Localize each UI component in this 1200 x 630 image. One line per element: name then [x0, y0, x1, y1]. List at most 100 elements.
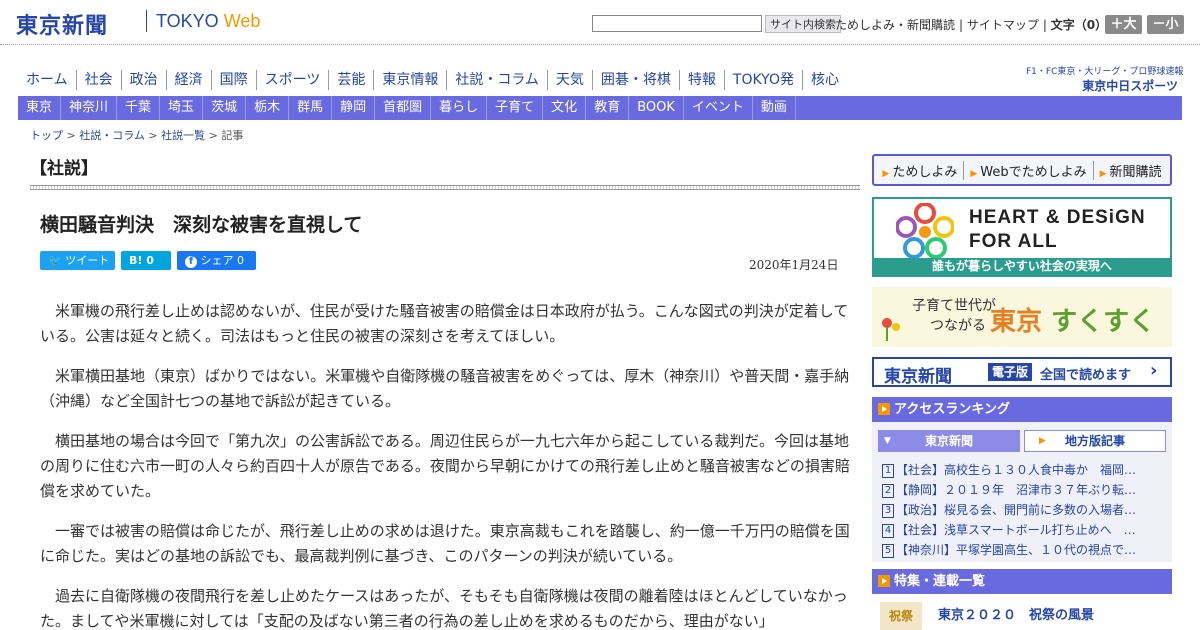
ranking-number: 4: [882, 524, 894, 538]
arrow-square-icon: [878, 575, 890, 587]
breadcrumb-top[interactable]: トップ: [30, 129, 63, 142]
tab-local-articles[interactable]: ▶ 地方版記事: [1024, 430, 1166, 452]
ranking-item[interactable]: 4 【社会】浅草スマートボール打ち止めへ …: [882, 520, 1164, 540]
trial-link[interactable]: ▶ ためしよみ: [876, 160, 965, 180]
region-nav-item[interactable]: 首都圏: [375, 96, 432, 120]
region-nav-item[interactable]: 茨城: [203, 96, 247, 120]
main-nav-item[interactable]: 社会: [77, 70, 122, 90]
region-nav-item[interactable]: 暮らし: [431, 96, 488, 120]
subscribe-link-label: 新聞購読: [1109, 164, 1162, 180]
flower-icon: [882, 318, 900, 341]
tab-tokyo-shimbun[interactable]: ▼ 東京新聞: [878, 430, 1020, 452]
article-date: 2020年1月24日: [749, 258, 839, 272]
feature-title: 東京２０２０ 祝祭の風景: [938, 608, 1095, 623]
heart-design-banner[interactable]: HEART & DESiGN FOR ALL 誰もが暮らしやすい社会の実現へ: [872, 197, 1172, 277]
region-nav-item[interactable]: イベント: [684, 96, 753, 120]
main-nav-item[interactable]: 天気: [548, 70, 593, 90]
breadcrumb-opinion[interactable]: 社説・コラム: [79, 129, 145, 142]
ranking-number: 5: [882, 544, 894, 558]
main-nav-item[interactable]: 東京情報: [374, 70, 448, 90]
font-size-decrease-button[interactable]: －小: [1147, 15, 1184, 34]
region-nav: 東京 神奈川 千葉 埼玉 茨城 栃木 群馬 静岡 首都圏 暮らし 子育て 文化 教育 BOOK イベント 動画: [18, 96, 1182, 120]
tweet-button[interactable]: 🐦 ツイート: [40, 251, 115, 270]
region-nav-item[interactable]: 静岡: [332, 96, 376, 120]
main-nav-item[interactable]: 経済: [167, 70, 212, 90]
main-nav-item[interactable]: スポーツ: [257, 70, 330, 90]
tab-tokyo-shimbun-label: 東京新聞: [924, 434, 973, 448]
ranking-heading-label: アクセスランキング: [894, 402, 1010, 417]
web-trial-link[interactable]: ▶ Webでためしよみ: [964, 160, 1094, 180]
web-trial-link-label: Webでためしよみ: [980, 164, 1087, 180]
ranking-text: 【社会】浅草スマートボール打ち止めへ …: [896, 523, 1136, 537]
subscription-links: ▶ ためしよみ ▶ Webでためしよみ ▶ 新聞購読: [872, 154, 1172, 186]
region-nav-item[interactable]: 群馬: [289, 96, 333, 120]
region-nav-item[interactable]: 栃木: [246, 96, 290, 120]
breadcrumb-editorial-list[interactable]: 社説一覧: [161, 129, 205, 142]
main-nav-item[interactable]: 芸能: [329, 70, 375, 90]
triangle-right-icon: ▶: [882, 168, 890, 179]
main-nav-item[interactable]: 政治: [122, 70, 167, 90]
main-nav-item[interactable]: 国際: [212, 70, 257, 90]
region-nav-item[interactable]: 東京: [18, 96, 62, 120]
main-nav-item[interactable]: 囲碁・将棋: [593, 70, 680, 90]
sukusuku-logo-text: すくすく: [1051, 307, 1156, 337]
sitemap-link[interactable]: サイトマップ: [967, 18, 1039, 32]
triangle-right-icon: ▶: [1039, 436, 1046, 446]
chunichi-sports-link[interactable]: F1・FC東京・大リーグ・プロ野球速報 東京中日スポーツ: [1026, 64, 1183, 94]
region-nav-item[interactable]: 千葉: [117, 96, 161, 120]
article-paragraph: 過去に自衛隊機の夜間飛行を差し止めたケースはあったが、そもそも自衛隊機は夜間の離…: [40, 587, 848, 630]
main-nav-item[interactable]: 核心: [803, 70, 847, 90]
search-button[interactable]: サイト内検索: [765, 15, 841, 33]
region-nav-item[interactable]: 教育: [586, 96, 630, 120]
chunichi-sports-logo: 東京中日スポーツ: [1082, 79, 1178, 93]
main-nav-item[interactable]: TOKYO発: [725, 70, 803, 90]
facebook-share-label: シェア 0: [200, 254, 245, 267]
banner-title-line1: HEART & DESiGN: [969, 207, 1146, 228]
ranking-box: ▼ 東京新聞 ▶ 地方版記事 1 【社会】高校生ら１３０人食中毒か 福岡… 2 【静岡】２…: [872, 422, 1172, 562]
site-logo[interactable]: 東京新聞: [16, 8, 108, 40]
banner-caption: 誰もが暮らしやすい社会の実現へ: [874, 258, 1170, 275]
top-header: 東京新聞 TOKYO Web サイト内検索 ためしよみ・新聞購読 | サイトマップ…: [0, 0, 1200, 45]
facebook-share-button[interactable]: f シェア 0: [177, 251, 256, 270]
digital-edition-badge: 電子版: [988, 363, 1033, 381]
feature-thumbnail: 祝祭: [880, 602, 922, 630]
site-logo-web[interactable]: TOKYO Web: [156, 11, 260, 32]
ranking-item[interactable]: 2 【静岡】２０１９年 沼津市３７年ぶり転…: [882, 480, 1164, 500]
hatena-bookmark-button[interactable]: B! 0: [121, 251, 171, 270]
main-nav-item[interactable]: ホーム: [20, 70, 77, 90]
ranking-number: 1: [882, 464, 894, 478]
region-nav-item[interactable]: 動画: [753, 96, 796, 120]
ranking-text: 【社会】高校生ら１３０人食中毒か 福岡…: [896, 463, 1137, 477]
article-body: 米軍機の飛行差し止めは認めないが、住民が受けた騒音被害の賠償金は日本政府が払う。…: [40, 299, 850, 630]
trial-subscribe-link[interactable]: ためしよみ・新聞購読: [835, 18, 955, 32]
search-input[interactable]: [592, 15, 762, 32]
region-nav-item[interactable]: 神奈川: [61, 96, 118, 120]
digital-edition-logo: 東京新聞: [884, 367, 952, 387]
main-nav-item[interactable]: 社説・コラム: [447, 70, 548, 90]
ranking-item[interactable]: 3 【政治】桜見る会、開門前に多数の入場者…: [882, 500, 1164, 520]
logo-divider: [146, 10, 147, 32]
ranking-item[interactable]: 5 【神奈川】平塚学園高生、１０代の視点で…: [882, 540, 1164, 560]
arrow-square-icon: [878, 403, 890, 415]
sukusuku-banner[interactable]: 子育て世代が つながる 東京 すくすく: [872, 287, 1172, 347]
main-nav-item[interactable]: 特報: [680, 70, 725, 90]
digital-edition-banner[interactable]: 東京新聞 電子版 全国で読めます ›: [872, 357, 1172, 387]
font-size-label: 文字（0）: [1050, 18, 1108, 32]
banner-title-line2: FOR ALL: [969, 231, 1058, 252]
region-nav-item[interactable]: 子育て: [487, 96, 544, 120]
trial-link-label: ためしよみ: [892, 164, 958, 180]
utility-links: ためしよみ・新聞購読 | サイトマップ | 文字（0）: [835, 18, 1108, 32]
facebook-icon: f: [185, 256, 197, 268]
sukusuku-tagline-2: つながる: [930, 318, 986, 334]
feature-item[interactable]: 祝祭 東京２０２０ 祝祭の風景: [872, 594, 1172, 630]
region-nav-item[interactable]: 埼玉: [160, 96, 204, 120]
features-heading-label: 特集・連載一覧: [894, 574, 986, 589]
triangle-down-icon: ▼: [884, 436, 891, 446]
section-title: 【社説】: [30, 159, 98, 179]
region-nav-item[interactable]: BOOK: [629, 96, 684, 120]
ranking-number: 2: [882, 484, 894, 498]
ranking-item[interactable]: 1 【社会】高校生ら１３０人食中毒か 福岡…: [882, 460, 1164, 480]
subscribe-link[interactable]: ▶ 新聞購読: [1094, 161, 1168, 180]
region-nav-item[interactable]: 文化: [543, 96, 587, 120]
font-size-increase-button[interactable]: ＋大: [1105, 15, 1142, 34]
